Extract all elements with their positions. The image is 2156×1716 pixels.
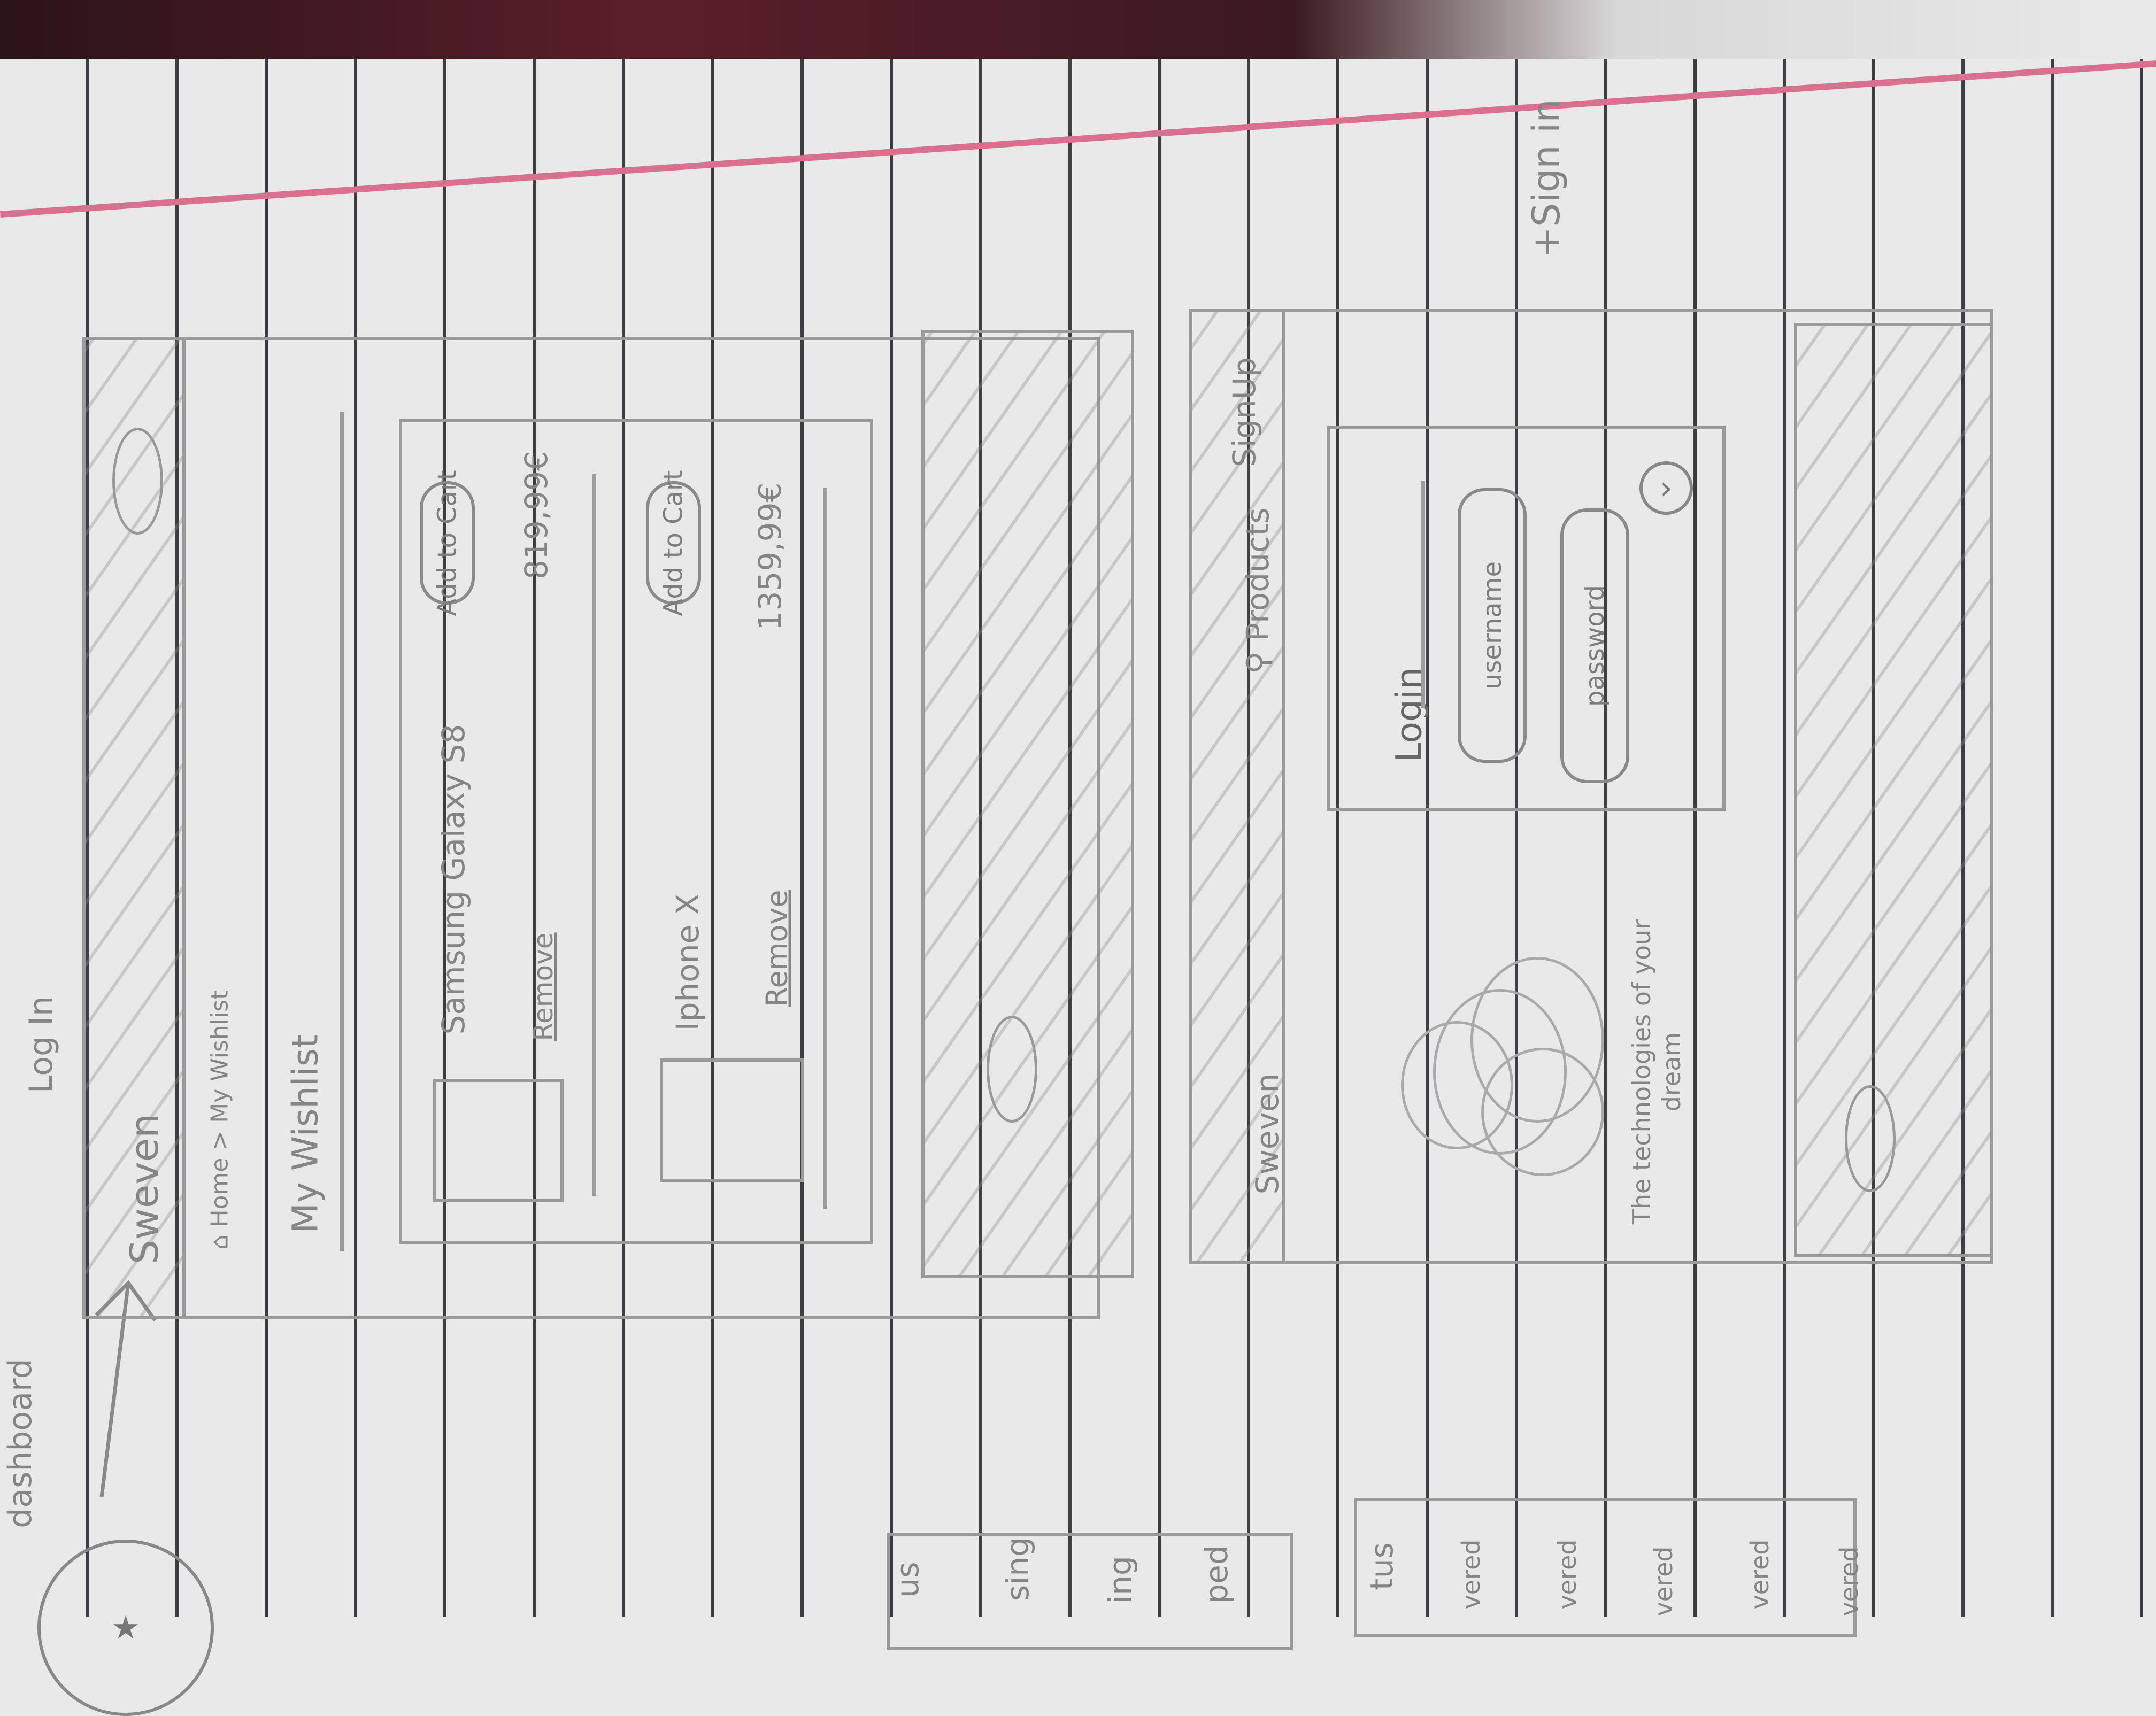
product-name: Samsung Galaxy S8 — [435, 724, 472, 1035]
fragment-item: us — [889, 1562, 926, 1598]
fragment-list-2 — [1354, 1498, 1857, 1637]
wishlist-footer — [921, 330, 1134, 1278]
title-underline — [340, 412, 344, 1251]
remove-link[interactable]: Remove — [760, 890, 794, 1007]
remove-link[interactable]: Remove — [528, 933, 559, 1041]
oval-logo-icon — [112, 428, 163, 535]
nav-products[interactable]: ⚲ Products — [1239, 507, 1276, 674]
sign-in-annotation: +Sign in — [1524, 99, 1568, 258]
page-title: My Wishlist — [284, 1034, 326, 1234]
oval-logo-icon — [987, 1016, 1037, 1123]
product-image-placeholder — [660, 1058, 804, 1182]
fragment-item: ped — [1198, 1545, 1235, 1604]
breadcrumb-text[interactable]: Home > My Wishlist — [206, 991, 234, 1227]
nav-signup[interactable]: SignUp — [1226, 357, 1262, 467]
fragment-item: tus — [1364, 1542, 1400, 1590]
dashboard-fragment: dashboard — [2, 1358, 39, 1528]
home-icon: ⌂ — [206, 1227, 234, 1250]
fragment-item: vered — [1553, 1539, 1582, 1610]
search-icon: ⚲ — [1239, 641, 1276, 674]
add-to-cart-button[interactable]: Add to Cart — [420, 470, 475, 616]
star-circle-icon: ★ — [37, 1540, 214, 1716]
username-input[interactable]: username — [1458, 488, 1527, 763]
login-footer — [1794, 323, 1993, 1257]
password-input[interactable]: password — [1560, 508, 1629, 783]
brand-logo[interactable]: Sweven — [122, 1114, 167, 1264]
cloud-icon — [1401, 957, 1604, 1176]
fragment-item: sing — [999, 1537, 1036, 1601]
fragment-item: vered — [1457, 1539, 1485, 1610]
background-fabric — [0, 0, 2156, 59]
arrow-circle-icon[interactable]: › — [1639, 461, 1693, 515]
fragment-item: ing — [1102, 1556, 1138, 1604]
item-divider — [592, 474, 596, 1196]
product-price: 819,99€ — [518, 451, 555, 579]
oval-logo-icon — [1845, 1085, 1896, 1192]
login-fragment: Log In — [22, 996, 60, 1093]
product-name: Iphone X — [669, 893, 706, 1031]
add-to-cart-button[interactable]: Add to Cart — [646, 470, 701, 616]
fragment-item: vered — [1835, 1546, 1864, 1617]
breadcrumb: ⌂ Home > My Wishlist — [206, 991, 234, 1250]
product-price: 1359,99€ — [752, 482, 788, 631]
login-underline — [1421, 481, 1425, 708]
fragment-item: vered — [1745, 1539, 1774, 1610]
brand-logo[interactable]: Sweven — [1249, 1073, 1285, 1195]
fragment-item: vered — [1649, 1546, 1678, 1617]
tagline: The technologies of your dream — [1627, 919, 1686, 1225]
product-image-placeholder — [433, 1079, 564, 1202]
item-divider — [823, 488, 827, 1209]
